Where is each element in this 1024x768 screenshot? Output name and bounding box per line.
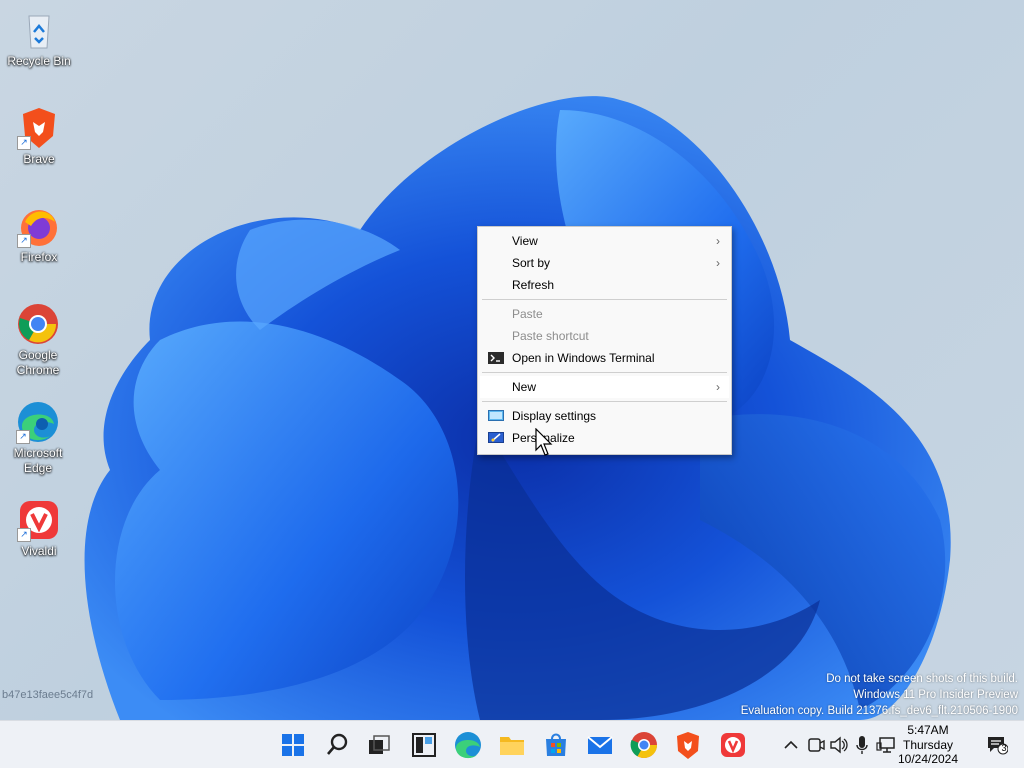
menu-item-personalize[interactable]: Personalize: [480, 427, 729, 449]
display-icon: [488, 410, 504, 421]
desktop[interactable]: Recycle Bin ↗ Brave ↗ Firefox Google Chr…: [0, 0, 1024, 720]
firefox-icon: ↗: [17, 204, 61, 248]
personalize-icon: [488, 432, 504, 443]
evaluation-watermark: Do not take screen shots of this build. …: [741, 671, 1018, 719]
menu-item-view[interactable]: View ›: [480, 230, 729, 252]
menu-item-sort-by[interactable]: Sort by ›: [480, 252, 729, 274]
chevron-right-icon: ›: [716, 256, 720, 270]
notification-count-badge: 3: [1001, 743, 1007, 753]
menu-item-paste-shortcut[interactable]: Paste shortcut: [480, 325, 729, 347]
vivaldi-icon[interactable]: [717, 729, 749, 761]
widgets-icon[interactable]: [408, 729, 440, 761]
desktop-icon-label: Firefox: [20, 250, 58, 264]
desktop-icon-chrome[interactable]: Google Chrome: [0, 302, 76, 378]
menu-separator: [482, 299, 727, 300]
volume-icon[interactable]: [829, 721, 849, 768]
recycle-bin-icon: [17, 8, 61, 52]
chrome-icon[interactable]: [628, 729, 660, 761]
start-icon[interactable]: [277, 729, 309, 761]
watermark-line: Evaluation copy. Build 21376.fs_dev6_flt…: [740, 705, 1018, 717]
desktop-icon-firefox[interactable]: ↗ Firefox: [0, 204, 78, 265]
menu-item-open-terminal[interactable]: Open in Windows Terminal: [480, 347, 729, 369]
menu-item-paste[interactable]: Paste: [480, 303, 729, 325]
shortcut-arrow-icon: ↗: [17, 136, 31, 150]
menu-item-display-settings[interactable]: Display settings: [480, 405, 729, 427]
desktop-icon-vivaldi[interactable]: ↗ Vivaldi: [0, 498, 78, 559]
mouse-pointer-icon: [535, 428, 553, 456]
mail-icon[interactable]: [584, 729, 616, 761]
taskbar: 5:47AM Thursday 10/24/2024 3: [0, 720, 1024, 768]
desktop-icon-brave[interactable]: ↗ Brave: [0, 106, 78, 167]
brave-icon[interactable]: [672, 729, 704, 761]
terminal-icon: [488, 352, 504, 364]
chevron-right-icon: ›: [716, 380, 720, 394]
chevron-right-icon: ›: [716, 234, 720, 248]
watermark-line: Windows 11 Pro Insider Preview: [853, 689, 1018, 701]
clock-date: 10/24/2024: [897, 752, 959, 766]
menu-separator: [482, 401, 727, 402]
desktop-icon-label: Brave: [23, 152, 55, 166]
clock-time: 5:47AM: [907, 723, 949, 737]
task-view-icon[interactable]: [363, 729, 395, 761]
brave-icon: ↗: [17, 106, 61, 150]
shortcut-arrow-icon: ↗: [17, 528, 31, 542]
meet-now-icon[interactable]: [806, 721, 826, 768]
menu-item-refresh[interactable]: Refresh: [480, 274, 729, 296]
vivaldi-icon: ↗: [17, 498, 61, 542]
desktop-icon-edge[interactable]: ↗ Microsoft Edge: [0, 400, 76, 476]
chevron-up-icon[interactable]: [782, 721, 800, 768]
edge-icon: ↗: [16, 400, 60, 444]
shortcut-arrow-icon: ↗: [17, 234, 31, 248]
desktop-icon-recycle-bin[interactable]: Recycle Bin: [0, 8, 78, 69]
desktop-icon-label: Recycle Bin: [7, 54, 71, 68]
shortcut-arrow-icon: ↗: [16, 430, 30, 444]
menu-item-new[interactable]: New ›: [480, 376, 729, 398]
watermark-id: b47e13faee5c4f7d: [2, 689, 94, 701]
chrome-icon: [16, 302, 60, 346]
clock-day: Thursday: [902, 737, 954, 752]
system-clock[interactable]: 5:47AM Thursday 10/24/2024: [888, 723, 968, 767]
desktop-icon-label: Google Chrome: [16, 348, 60, 377]
microphone-icon[interactable]: [853, 721, 871, 768]
desktop-context-menu: View › Sort by › Refresh Paste Paste sho…: [477, 226, 732, 455]
edge-icon[interactable]: [452, 729, 484, 761]
menu-separator: [482, 372, 727, 373]
desktop-icon-label: Microsoft Edge: [13, 446, 63, 475]
desktop-icon-label: Vivaldi: [21, 544, 57, 558]
file-explorer-icon[interactable]: [496, 729, 528, 761]
notification-center-button[interactable]: 3: [986, 735, 1009, 755]
store-icon[interactable]: [540, 729, 572, 761]
watermark-line: Do not take screen shots of this build.: [826, 673, 1018, 685]
search-icon[interactable]: [321, 729, 353, 761]
